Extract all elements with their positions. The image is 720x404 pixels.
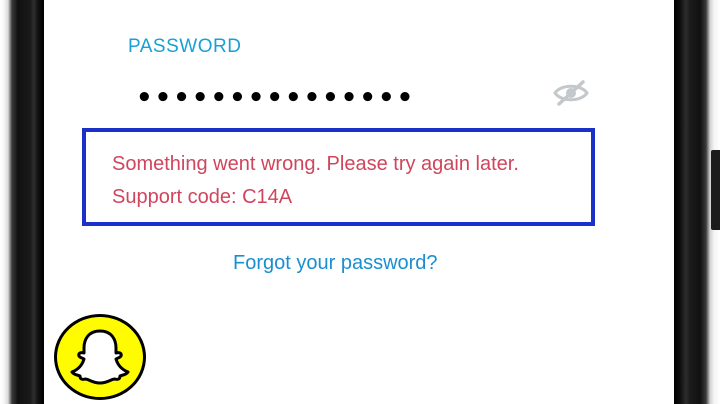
error-message-highlight: Something went wrong. Please try again l… <box>82 128 595 226</box>
password-input[interactable]: ••••••••••••••• <box>136 78 415 118</box>
password-label: PASSWORD <box>128 36 242 57</box>
eye-slash-icon[interactable] <box>552 78 590 108</box>
screenshot-stage: PASSWORD ••••••••••••••• Something went … <box>0 0 720 404</box>
snapchat-ghost-logo <box>54 314 146 400</box>
error-message: Something went wrong. Please try again l… <box>112 153 519 208</box>
forgot-password-link[interactable]: Forgot your password? <box>233 252 438 275</box>
phone-bezel-left <box>0 0 44 404</box>
phone-side-button <box>711 150 720 230</box>
